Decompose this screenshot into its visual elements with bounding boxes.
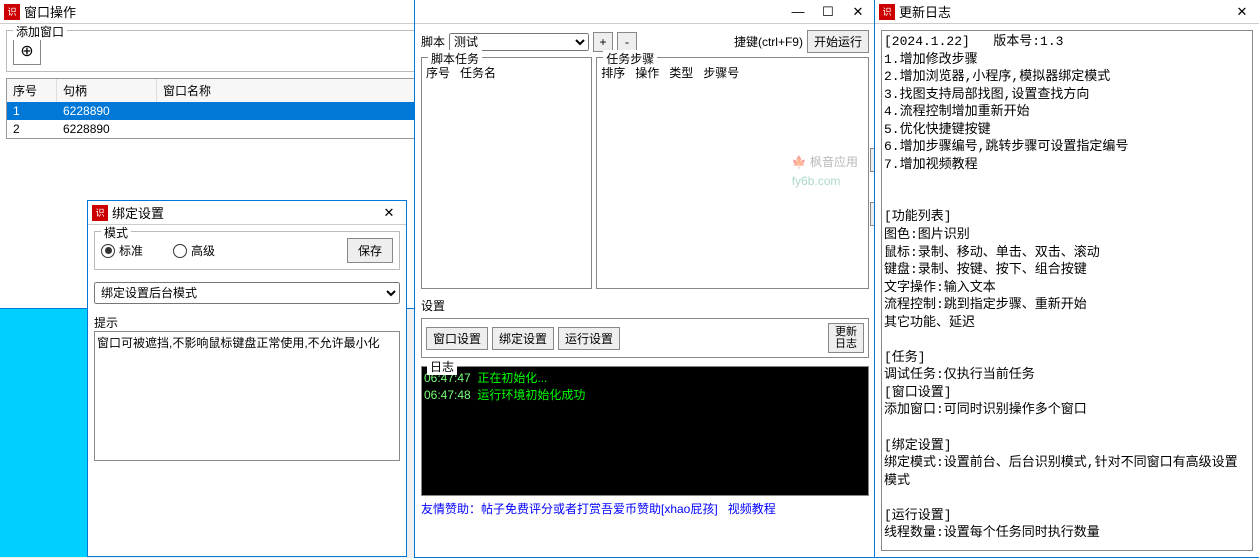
radio-advanced[interactable]: 高级: [173, 242, 215, 259]
app-icon: 识: [879, 4, 895, 20]
titlebar: 识 窗口操作 ✕: [0, 0, 438, 24]
titlebar: — ☐ ✕: [415, 0, 875, 24]
titlebar: 识 更新日志 ✕: [875, 0, 1259, 24]
radio-standard[interactable]: 标准: [101, 242, 143, 259]
script-select[interactable]: 测试: [449, 33, 589, 51]
main-window: — ☐ ✕ 脚本 测试 + - 捷键(ctrl+F9) 开始运行 脚本任务 序号…: [414, 0, 876, 558]
window-settings-button[interactable]: 窗口设置: [426, 327, 488, 350]
table-row[interactable]: 1 6228890: [7, 102, 431, 120]
col-type: 类型: [669, 64, 693, 81]
close-icon[interactable]: ✕: [376, 203, 402, 223]
update-log-button[interactable]: 更新 日志: [828, 323, 864, 353]
run-settings-button[interactable]: 运行设置: [558, 327, 620, 350]
radio-dot-icon: [173, 244, 187, 258]
log-label: 日志: [427, 358, 457, 375]
app-icon: 识: [4, 4, 20, 20]
col-no: 序号: [7, 79, 57, 102]
mode-group: 模式 标准 高级 保存: [94, 231, 400, 270]
changelog-window: 识 更新日志 ✕ [2024.1.22] 版本号:1.3 1.增加修改步骤 2.…: [874, 0, 1259, 558]
window-title: 更新日志: [899, 2, 1229, 21]
log-console: 06:47:47 正在初始化... 06:47:48 运行环境初始化成功: [421, 366, 869, 496]
background-strip: [0, 290, 90, 557]
window-title: 窗口操作: [24, 2, 408, 21]
hotkey-label: 捷键(ctrl+F9): [734, 33, 803, 50]
changelog-text: [2024.1.22] 版本号:1.3 1.增加修改步骤 2.增加浏览器,小程序…: [881, 30, 1253, 551]
close-icon[interactable]: ✕: [1229, 2, 1255, 22]
minimize-icon[interactable]: —: [785, 2, 811, 22]
settings-label: 设置: [421, 297, 869, 314]
sponsor-link[interactable]: 友情赞助：帖子免费评分或者打赏吾爱币赞助[xhao屁孩]: [421, 500, 718, 517]
add-button[interactable]: +: [593, 32, 613, 52]
window-table: 序号 句柄 窗口名称 1 6228890 2 6228890: [6, 78, 432, 139]
bind-mode-select[interactable]: 绑定设置后台模式: [94, 282, 400, 304]
col-handle: 句柄: [57, 79, 157, 102]
maximize-icon[interactable]: ☐: [815, 2, 841, 22]
task-steps-pane: 任务步骤 排序 操作 类型 步骤号 🍁 枫音应用 fy6b.com ↑ ↓: [596, 57, 869, 289]
radio-dot-icon: [101, 244, 115, 258]
table-row[interactable]: 2 6228890: [7, 120, 431, 138]
add-window-group: 添加窗口 ⊕: [6, 30, 432, 72]
bind-settings-dialog: 识 绑定设置 ✕ 模式 标准 高级 保存 绑定设置后台模式 提示: [87, 200, 407, 557]
mode-label: 模式: [101, 225, 131, 241]
save-button[interactable]: 保存: [347, 238, 393, 263]
script-label: 脚本: [421, 33, 445, 50]
hint-textarea: 窗口可被遮挡,不影响鼠标键盘正常使用,不允许最小化: [94, 331, 400, 461]
bind-settings-button[interactable]: 绑定设置: [492, 327, 554, 350]
table-header: 序号 句柄 窗口名称: [7, 79, 431, 102]
hint-label: 提示: [94, 314, 400, 331]
target-picker-icon[interactable]: ⊕: [13, 37, 41, 65]
script-tasks-pane: 脚本任务 序号 任务名: [421, 57, 592, 289]
group-label: 添加窗口: [13, 24, 67, 40]
close-icon[interactable]: ✕: [845, 2, 871, 22]
col-name: 窗口名称: [157, 79, 431, 102]
video-tutorial-link[interactable]: 视频教程: [728, 500, 776, 517]
remove-button[interactable]: -: [617, 32, 637, 52]
titlebar: 识 绑定设置 ✕: [88, 201, 406, 225]
col-step: 步骤号: [703, 64, 739, 81]
app-icon: 识: [92, 205, 108, 221]
window-title: 绑定设置: [112, 203, 376, 222]
watermark: 🍁 枫音应用 fy6b.com: [792, 153, 858, 191]
run-button[interactable]: 开始运行: [807, 30, 869, 53]
